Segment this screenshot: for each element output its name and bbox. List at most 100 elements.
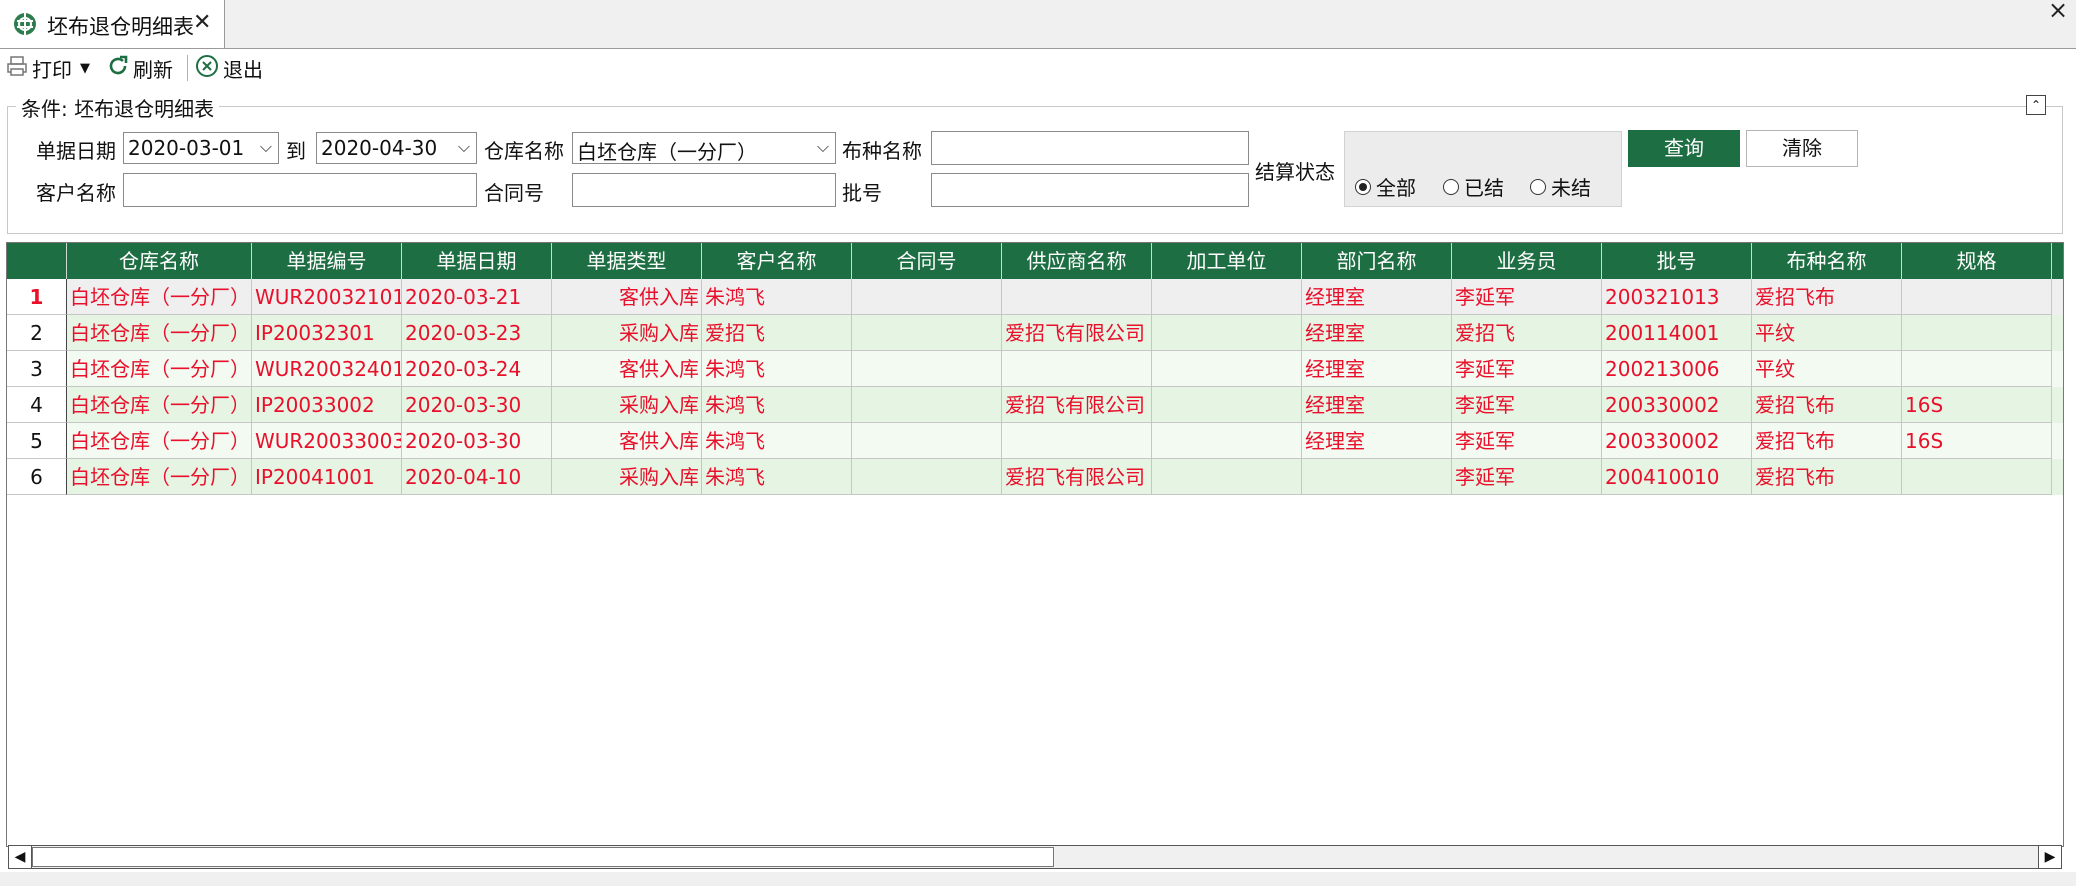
scroll-right-arrow-icon[interactable]: ▶ xyxy=(2038,846,2061,868)
column-header[interactable]: 业务员 xyxy=(1452,243,1602,279)
tab-report[interactable]: 坯布退仓明细表 ✕ xyxy=(0,0,225,48)
table-cell[interactable]: 爱招飞布 xyxy=(1752,459,1902,495)
table-cell[interactable]: 客供入库 xyxy=(552,279,702,315)
table-cell[interactable]: 白坯仓库（一分厂） xyxy=(67,351,252,387)
table-cell[interactable]: 客供入库 xyxy=(552,423,702,459)
contract-input[interactable] xyxy=(572,173,836,207)
column-header[interactable]: 规格 xyxy=(1902,243,2052,279)
table-cell[interactable]: 白坯仓库（一分厂） xyxy=(67,387,252,423)
table-row[interactable]: 2 白坯仓库（一分厂） IP20032301 2020-03-23 采购入库 爱招飞 爱招飞… xyxy=(7,315,2063,351)
table-cell[interactable] xyxy=(1152,387,1302,423)
table-cell[interactable] xyxy=(1152,351,1302,387)
customer-input[interactable] xyxy=(123,173,477,207)
table-cell[interactable]: 爱招飞有限公司 xyxy=(1002,459,1152,495)
column-header[interactable]: 仓库名称 xyxy=(67,243,252,279)
table-cell[interactable]: 2020-04-10 xyxy=(402,459,552,495)
table-cell[interactable] xyxy=(1902,279,2052,315)
window-close-icon[interactable]: × xyxy=(2048,0,2068,24)
table-cell[interactable]: 16S xyxy=(1902,387,2052,423)
column-header[interactable]: 供应商名称 xyxy=(1002,243,1152,279)
table-cell[interactable] xyxy=(1152,279,1302,315)
table-cell[interactable]: 李延军 xyxy=(1452,423,1602,459)
table-cell[interactable]: WUR20032101 xyxy=(252,279,402,315)
table-cell[interactable]: 爱招飞布 xyxy=(1752,279,1902,315)
table-cell[interactable]: 200114001 xyxy=(1602,315,1752,351)
table-cell[interactable] xyxy=(1902,351,2052,387)
print-button[interactable]: 打印 ▼ xyxy=(6,53,90,83)
table-cell[interactable] xyxy=(852,279,1002,315)
table-cell[interactable] xyxy=(852,315,1002,351)
row-number[interactable]: 5 xyxy=(7,423,67,459)
table-cell[interactable]: 200330002 xyxy=(1602,387,1752,423)
table-cell[interactable]: 白坯仓库（一分厂） xyxy=(67,423,252,459)
table-cell[interactable]: 爱招飞 xyxy=(702,315,852,351)
table-cell[interactable]: IP20041001 xyxy=(252,459,402,495)
table-cell[interactable]: 2020-03-24 xyxy=(402,351,552,387)
column-header[interactable]: 单据日期 xyxy=(402,243,552,279)
row-number[interactable]: 2 xyxy=(7,315,67,351)
table-cell[interactable]: 平纹 xyxy=(1752,315,1902,351)
table-cell[interactable] xyxy=(852,459,1002,495)
table-row[interactable]: 4 白坯仓库（一分厂） IP20033002 2020-03-30 采购入库 朱鸿飞 爱招飞… xyxy=(7,387,2063,423)
table-cell[interactable]: 爱招飞布 xyxy=(1752,387,1902,423)
column-header[interactable]: 加工单位 xyxy=(1152,243,1302,279)
table-cell[interactable]: 爱招飞有限公司 xyxy=(1002,387,1152,423)
table-cell[interactable]: 2020-03-23 xyxy=(402,315,552,351)
clear-button[interactable]: 清除 xyxy=(1746,130,1858,167)
table-cell[interactable]: 2020-03-21 xyxy=(402,279,552,315)
table-cell[interactable]: 朱鸿飞 xyxy=(702,459,852,495)
table-cell[interactable] xyxy=(852,351,1002,387)
table-cell[interactable] xyxy=(1152,315,1302,351)
table-row[interactable]: 1 白坯仓库（一分厂） WUR20032101 2020-03-21 客供入库 朱鸿飞 经理… xyxy=(7,279,2063,315)
column-header[interactable]: 部门名称 xyxy=(1302,243,1452,279)
table-cell[interactable]: 经理室 xyxy=(1302,279,1452,315)
table-cell[interactable]: 爱招飞布 xyxy=(1752,423,1902,459)
tab-close-icon[interactable]: ✕ xyxy=(193,10,211,35)
table-row[interactable]: 6 白坯仓库（一分厂） IP20041001 2020-04-10 采购入库 朱鸿飞 爱招飞… xyxy=(7,459,2063,495)
radio-settled[interactable]: 已结 xyxy=(1443,172,1504,201)
row-number[interactable]: 4 xyxy=(7,387,67,423)
column-header[interactable]: 单据类型 xyxy=(552,243,702,279)
table-cell[interactable]: 白坯仓库（一分厂） xyxy=(67,279,252,315)
table-cell[interactable]: 经理室 xyxy=(1302,315,1452,351)
table-cell[interactable]: 白坯仓库（一分厂） xyxy=(67,459,252,495)
warehouse-select[interactable]: 白坯仓库（一分厂） ⌵ xyxy=(572,132,836,164)
table-cell[interactable] xyxy=(1902,459,2052,495)
radio-unsettled[interactable]: 未结 xyxy=(1530,172,1591,201)
fabric-input[interactable] xyxy=(931,131,1249,165)
table-cell[interactable]: 客供入库 xyxy=(552,351,702,387)
row-number[interactable]: 3 xyxy=(7,351,67,387)
table-cell[interactable] xyxy=(1152,459,1302,495)
dropdown-caret-icon[interactable]: ▼ xyxy=(80,61,90,76)
radio-all[interactable]: 全部 xyxy=(1355,172,1416,201)
table-cell[interactable]: 200410010 xyxy=(1602,459,1752,495)
table-cell[interactable] xyxy=(852,423,1002,459)
table-cell[interactable]: 采购入库 xyxy=(552,459,702,495)
table-cell[interactable]: 李延军 xyxy=(1452,351,1602,387)
chevron-down-icon[interactable]: ⌵ xyxy=(458,137,470,157)
scroll-left-arrow-icon[interactable]: ◀ xyxy=(9,846,32,868)
horizontal-scrollbar[interactable]: ◀ ▶ xyxy=(8,845,2062,869)
table-cell[interactable]: 李延军 xyxy=(1452,279,1602,315)
table-cell[interactable]: WUR20032401 xyxy=(252,351,402,387)
table-cell[interactable]: 朱鸿飞 xyxy=(702,279,852,315)
column-header[interactable]: 批号 xyxy=(1602,243,1752,279)
collapse-up-icon[interactable]: ⌃ xyxy=(2026,95,2046,115)
refresh-button[interactable]: 刷新 xyxy=(106,53,173,83)
table-cell[interactable] xyxy=(1002,423,1152,459)
table-row[interactable]: 5 白坯仓库（一分厂） WUR20033003 2020-03-30 客供入库 朱鸿飞 经理… xyxy=(7,423,2063,459)
table-cell[interactable] xyxy=(852,387,1002,423)
table-cell[interactable]: 朱鸿飞 xyxy=(702,351,852,387)
table-cell[interactable]: 16S xyxy=(1902,423,2052,459)
table-cell[interactable]: 采购入库 xyxy=(552,387,702,423)
table-cell[interactable]: IP20033002 xyxy=(252,387,402,423)
table-cell[interactable] xyxy=(1302,459,1452,495)
batch-input[interactable] xyxy=(931,173,1249,207)
table-cell[interactable]: WUR20033003 xyxy=(252,423,402,459)
table-cell[interactable]: 经理室 xyxy=(1302,387,1452,423)
table-cell[interactable]: 采购入库 xyxy=(552,315,702,351)
table-cell[interactable]: 平纹 xyxy=(1752,351,1902,387)
exit-button[interactable]: 退出 xyxy=(195,53,263,83)
date-from-picker[interactable]: 2020-03-01 ⌵ xyxy=(123,132,279,164)
table-cell[interactable] xyxy=(1002,279,1152,315)
